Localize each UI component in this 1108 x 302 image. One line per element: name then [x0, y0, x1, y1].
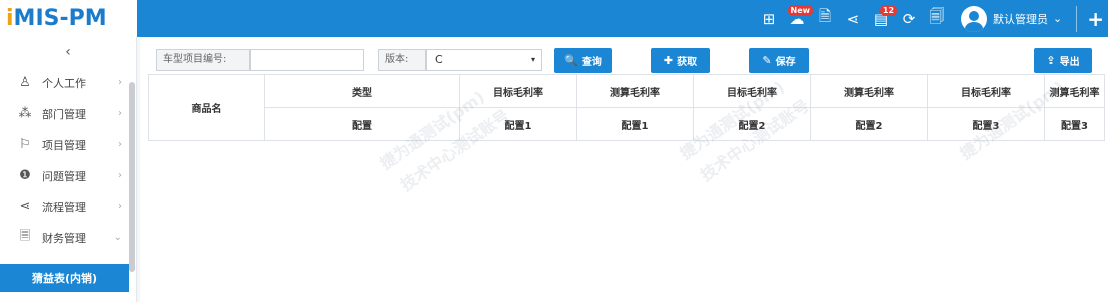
sidebar-scrollbar[interactable] — [129, 82, 135, 272]
chevron-right-icon: › — [118, 201, 122, 212]
export-button[interactable]: ⇪ 导出 — [1034, 48, 1092, 73]
issue-icon: ❶ — [19, 168, 31, 183]
sidebar-item-label: 问题管理 — [42, 169, 86, 183]
sidebar-item-issues[interactable]: ❶ 问题管理 › — [0, 160, 136, 191]
refresh-icon[interactable]: ⟳ — [897, 7, 921, 31]
top-bar: i MIS-PM ⊞ ☁ New 🗎 ⋖ ▤ 12 ⟳ 🗐 默认管理员 ⌄ + — [0, 0, 1108, 37]
filter-toolbar: 车型项目编号: 版本: C ▾ 🔍 查询 ✚ 获取 ✎ 保存 ⇪ 导出 — [140, 37, 1108, 75]
sidebar-item-label: 部门管理 — [42, 107, 86, 121]
chevron-down-icon: ▾ — [530, 55, 535, 64]
save-icon: ✎ — [762, 54, 772, 67]
share-icon[interactable]: ⋖ — [841, 7, 865, 31]
metric-header: 目标毛利率 — [693, 74, 811, 108]
version-select[interactable]: C ▾ — [426, 49, 542, 71]
sidebar-item-label: 流程管理 — [42, 200, 86, 214]
user-menu[interactable]: 默认管理员 ⌄ — [961, 5, 1063, 32]
app-logo[interactable]: i MIS-PM — [0, 0, 137, 37]
sidebar: ‹ ♙ 个人工作 › ⁂ 部门管理 › ⚐ 项目管理 › ❶ 问题管理 › ⋖ … — [0, 37, 137, 302]
metric-header: 测算毛利率 — [1044, 74, 1105, 108]
grid-icon[interactable]: ⊞ — [757, 7, 781, 31]
sidebar-item-profit-report[interactable]: 猜益表(内销) — [0, 264, 129, 292]
chevron-right-icon: › — [118, 139, 122, 150]
version-value: C — [435, 53, 443, 66]
chat-icon[interactable]: ☁ New — [785, 4, 814, 31]
chevron-down-icon: ⌄ — [1053, 12, 1063, 25]
chevron-right-icon: › — [118, 108, 122, 119]
fetch-button[interactable]: ✚ 获取 — [651, 48, 710, 73]
logo-letter-i: i — [6, 6, 14, 31]
sidebar-item-label: 个人工作 — [42, 76, 86, 90]
config-cell: 配置1 — [459, 107, 577, 141]
type-header: 类型 — [264, 74, 460, 108]
metric-header: 测算毛利率 — [576, 74, 694, 108]
main-content: 车型项目编号: 版本: C ▾ 🔍 查询 ✚ 获取 ✎ 保存 ⇪ 导出 商品名 — [140, 37, 1108, 302]
chevron-right-icon: › — [118, 77, 122, 88]
sidebar-item-workflow[interactable]: ⋖ 流程管理 › — [0, 191, 136, 222]
add-icon[interactable]: + — [1076, 5, 1104, 32]
finance-icon: 🗏 — [19, 228, 31, 244]
export-label: 导出 — [1059, 57, 1080, 68]
save-button[interactable]: ✎ 保存 — [749, 48, 809, 73]
export-icon: ⇪ — [1046, 54, 1056, 67]
sidebar-item-department[interactable]: ⁂ 部门管理 › — [0, 98, 136, 129]
flag-icon: ⚐ — [19, 137, 31, 152]
search-icon: 🔍 — [564, 54, 578, 67]
project-number-input[interactable] — [250, 49, 364, 71]
product-name-header: 商品名 — [148, 74, 265, 141]
chevron-right-icon: › — [118, 170, 122, 181]
sidebar-item-finance[interactable]: 🗏 财务管理 ⌄ — [0, 222, 136, 253]
config-header: 配置 — [264, 107, 460, 141]
metric-header: 测算毛利率 — [810, 74, 928, 108]
share-icon: ⋖ — [19, 199, 31, 214]
calendar-icon[interactable]: ▤ 12 — [869, 4, 898, 31]
avatar — [961, 5, 988, 32]
sidebar-item-personal-work[interactable]: ♙ 个人工作 › — [0, 67, 136, 98]
plus-icon: ✚ — [663, 54, 674, 67]
logo-text: MIS-PM — [13, 6, 107, 31]
org-icon: ⁂ — [18, 106, 32, 121]
query-button[interactable]: 🔍 查询 — [554, 48, 612, 73]
sidebar-item-label: 财务管理 — [42, 231, 86, 245]
toolbar-icons: ⊞ ☁ New 🗎 ⋖ ▤ 12 ⟳ 🗐 默认管理员 ⌄ + — [755, 0, 1108, 37]
sidebar-item-project[interactable]: ⚐ 项目管理 › — [0, 129, 136, 160]
save-label: 保存 — [775, 57, 796, 68]
project-number-label: 车型项目编号: — [156, 49, 250, 71]
config-cell: 配置2 — [693, 107, 811, 141]
config-cell: 配置3 — [1044, 107, 1105, 141]
sidebar-item-label: 项目管理 — [42, 138, 86, 152]
profit-table: 商品名 类型 目标毛利率 测算毛利率 目标毛利率 测算毛利率 目标毛利率 测算毛… — [148, 74, 1105, 141]
fetch-label: 获取 — [677, 57, 698, 68]
calendar-badge: 12 — [879, 4, 898, 16]
user-name: 默认管理员 — [993, 12, 1049, 26]
version-label: 版本: — [378, 49, 426, 71]
user-icon: ♙ — [19, 75, 31, 90]
config-cell: 配置1 — [576, 107, 694, 141]
collapse-sidebar-icon[interactable]: ‹ — [0, 37, 136, 67]
metric-header: 目标毛利率 — [459, 74, 577, 108]
chat-badge: New — [787, 4, 814, 16]
query-label: 查询 — [581, 57, 602, 68]
chevron-down-icon: ⌄ — [113, 232, 122, 243]
metric-header: 目标毛利率 — [927, 74, 1045, 108]
config-cell: 配置2 — [810, 107, 928, 141]
config-cell: 配置3 — [927, 107, 1045, 141]
document-icon[interactable]: 🗎 — [813, 7, 837, 31]
export-doc-icon[interactable]: 🗐 — [925, 7, 949, 31]
